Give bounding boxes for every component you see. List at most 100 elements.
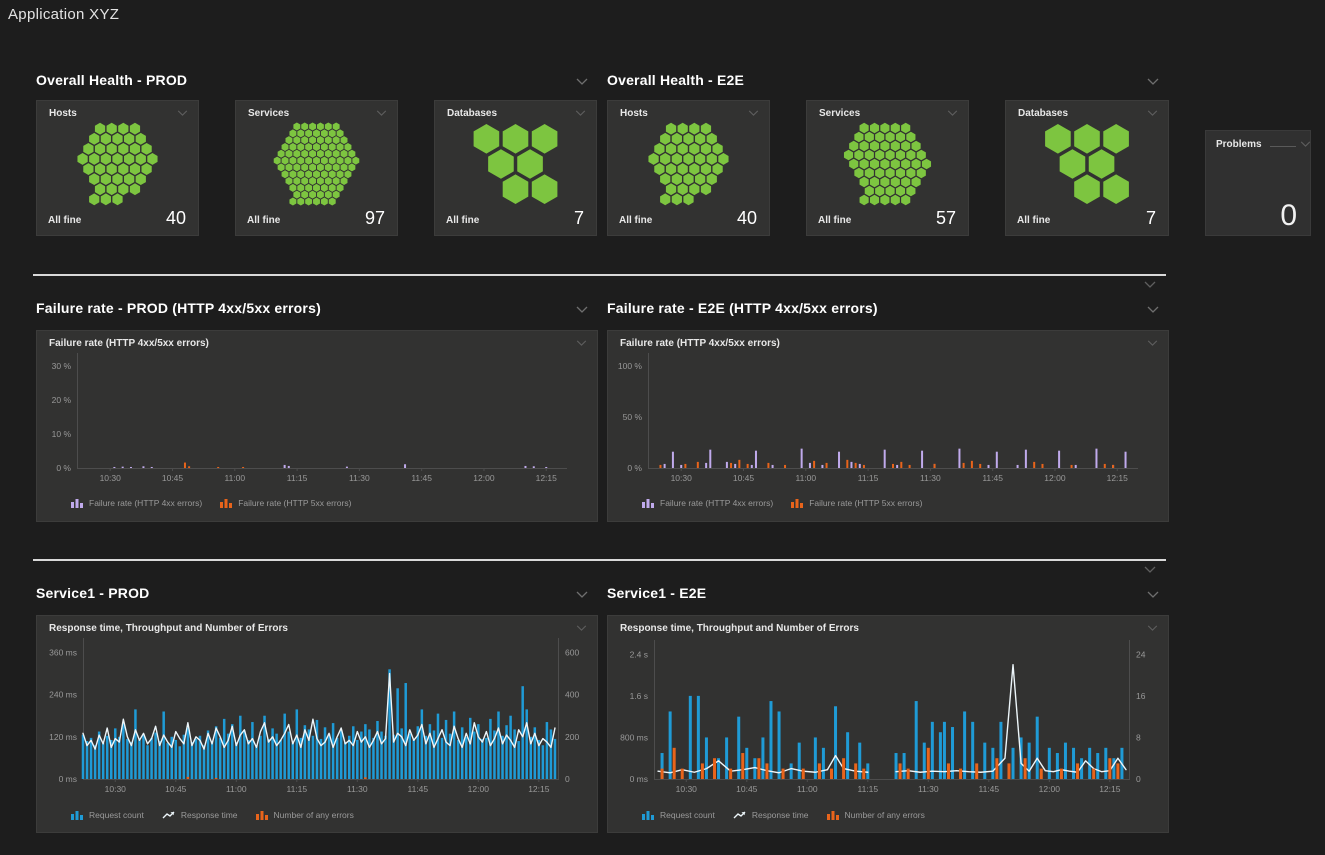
- svg-text:0: 0: [565, 774, 570, 784]
- chevron-down-icon[interactable]: [575, 110, 586, 116]
- chevron-down-icon[interactable]: [576, 306, 588, 313]
- legend-item-4xx[interactable]: Failure rate (HTTP 4xx errors): [642, 498, 773, 508]
- svg-text:11:00: 11:00: [795, 473, 816, 483]
- chevron-down-icon[interactable]: [1144, 281, 1156, 288]
- entity-count: 40: [166, 208, 186, 229]
- svg-text:12:15: 12:15: [1107, 473, 1129, 483]
- databases-honeycomb[interactable]: [435, 121, 596, 207]
- chart-tile-service1-e2e[interactable]: 2.4 s1.6 s800 ms0 ms24168010:3010:4511:0…: [607, 615, 1169, 833]
- chart-tile-failure-e2e[interactable]: 100 %50 %0 %10:3010:4511:0011:1511:3011:…: [607, 330, 1169, 522]
- svg-text:11:00: 11:00: [797, 784, 818, 794]
- databases-honeycomb[interactable]: [1006, 121, 1168, 207]
- line-series-icon: [733, 810, 747, 820]
- legend-item-errors[interactable]: Number of any errors: [827, 810, 925, 820]
- chevron-down-icon[interactable]: [1147, 78, 1159, 85]
- svg-text:0 ms: 0 ms: [59, 774, 77, 784]
- svg-text:11:45: 11:45: [978, 784, 999, 794]
- section-header-service1-prod: Service1 - PROD: [36, 585, 588, 601]
- bar-series-icon: [827, 810, 840, 820]
- chevron-down-icon[interactable]: [748, 110, 759, 116]
- problems-count: 0: [1280, 199, 1297, 233]
- chevron-down-icon[interactable]: [576, 340, 587, 346]
- legend-item-request-count[interactable]: Request count: [71, 810, 144, 820]
- chevron-down-icon[interactable]: [576, 591, 588, 598]
- legend-item-request-count[interactable]: Request count: [642, 810, 715, 820]
- svg-text:12:00: 12:00: [1039, 784, 1061, 794]
- chevron-down-icon[interactable]: [947, 110, 958, 116]
- chevron-down-icon[interactable]: [177, 110, 188, 116]
- tile-title: Problems: [1216, 139, 1262, 150]
- legend-item-errors[interactable]: Number of any errors: [256, 810, 354, 820]
- legend-label: Failure rate (HTTP 4xx errors): [660, 498, 773, 508]
- svg-text:12:00: 12:00: [1044, 473, 1066, 483]
- section-header-failure-e2e: Failure rate - E2E (HTTP 4xx/5xx errors): [607, 300, 1159, 316]
- legend-item-response-time[interactable]: Response time: [162, 810, 238, 820]
- svg-text:11:45: 11:45: [407, 784, 428, 794]
- svg-text:11:15: 11:15: [286, 784, 307, 794]
- chevron-down-icon[interactable]: [576, 78, 588, 85]
- legend-item-5xx[interactable]: Failure rate (HTTP 5xx errors): [791, 498, 922, 508]
- hosts-honeycomb[interactable]: [37, 121, 198, 207]
- svg-text:11:15: 11:15: [857, 784, 878, 794]
- service1-prod-chart[interactable]: 360 ms240 ms120 ms0 ms600400200010:3010:…: [37, 616, 599, 834]
- chevron-down-icon[interactable]: [1147, 306, 1159, 313]
- svg-text:10:30: 10:30: [100, 473, 122, 483]
- bar-series-icon: [71, 498, 84, 508]
- svg-text:8: 8: [1136, 732, 1141, 742]
- chart-legend: Failure rate (HTTP 4xx errors) Failure r…: [71, 498, 351, 508]
- health-tile-databases-prod[interactable]: Databases All fine 7: [434, 100, 597, 236]
- chevron-down-icon[interactable]: [1147, 625, 1158, 631]
- problems-tile[interactable]: Problems 0: [1205, 130, 1311, 236]
- chevron-down-icon[interactable]: [1144, 566, 1156, 573]
- chevron-down-icon[interactable]: [1147, 340, 1158, 346]
- svg-text:600: 600: [565, 647, 579, 657]
- health-status: All fine: [446, 215, 479, 229]
- bar-series-icon: [71, 810, 84, 820]
- failure-rate-prod-chart[interactable]: 30 %20 %10 %0 %10:3010:4511:0011:1511:30…: [37, 331, 599, 523]
- svg-text:11:30: 11:30: [347, 784, 368, 794]
- svg-text:20 %: 20 %: [52, 395, 72, 405]
- legend-item-response-time[interactable]: Response time: [733, 810, 809, 820]
- svg-text:11:30: 11:30: [349, 473, 370, 483]
- legend-item-4xx[interactable]: Failure rate (HTTP 4xx errors): [71, 498, 202, 508]
- tile-title: Databases: [1018, 108, 1068, 119]
- chevron-down-icon[interactable]: [1300, 141, 1311, 147]
- health-tile-services-e2e[interactable]: Services All fine 57: [806, 100, 969, 236]
- bar-series-icon: [642, 810, 655, 820]
- entity-count: 57: [936, 208, 956, 229]
- svg-text:1.6 s: 1.6 s: [630, 691, 648, 701]
- svg-text:11:30: 11:30: [918, 784, 939, 794]
- chevron-down-icon[interactable]: [576, 625, 587, 631]
- health-tile-services-prod[interactable]: Services All fine 97: [235, 100, 398, 236]
- services-honeycomb[interactable]: [236, 121, 397, 207]
- health-status: All fine: [247, 215, 280, 229]
- chevron-down-icon[interactable]: [1147, 110, 1158, 116]
- svg-text:0 %: 0 %: [627, 463, 642, 473]
- hosts-honeycomb[interactable]: [608, 121, 769, 207]
- failure-rate-e2e-chart[interactable]: 100 %50 %0 %10:3010:4511:0011:1511:3011:…: [608, 331, 1170, 523]
- dashboard-title: Application XYZ: [8, 6, 119, 23]
- svg-text:24: 24: [1136, 649, 1146, 659]
- chevron-down-icon[interactable]: [376, 110, 387, 116]
- services-honeycomb[interactable]: [807, 121, 968, 207]
- bar-series-icon: [256, 810, 269, 820]
- section-divider: [33, 274, 1166, 276]
- health-tile-hosts-e2e[interactable]: Hosts All fine 40: [607, 100, 770, 236]
- service1-e2e-chart[interactable]: 2.4 s1.6 s800 ms0 ms24168010:3010:4511:0…: [608, 616, 1170, 834]
- svg-text:0 ms: 0 ms: [630, 774, 648, 784]
- health-status: All fine: [619, 215, 652, 229]
- svg-text:11:00: 11:00: [226, 784, 247, 794]
- svg-text:100 %: 100 %: [618, 361, 643, 371]
- health-tile-databases-e2e[interactable]: Databases All fine 7: [1005, 100, 1169, 236]
- legend-label: Request count: [89, 810, 144, 820]
- chart-tile-service1-prod[interactable]: 360 ms240 ms120 ms0 ms600400200010:3010:…: [36, 615, 598, 833]
- legend-item-5xx[interactable]: Failure rate (HTTP 5xx errors): [220, 498, 351, 508]
- svg-text:10:30: 10:30: [671, 473, 693, 483]
- legend-label: Failure rate (HTTP 4xx errors): [89, 498, 202, 508]
- chevron-down-icon[interactable]: [1147, 591, 1159, 598]
- tile-title: Databases: [447, 108, 497, 119]
- bar-series-icon: [642, 498, 655, 508]
- chart-tile-failure-prod[interactable]: 30 %20 %10 %0 %10:3010:4511:0011:1511:30…: [36, 330, 598, 522]
- health-tile-hosts-prod[interactable]: Hosts All fine 40: [36, 100, 199, 236]
- svg-text:10:45: 10:45: [165, 784, 187, 794]
